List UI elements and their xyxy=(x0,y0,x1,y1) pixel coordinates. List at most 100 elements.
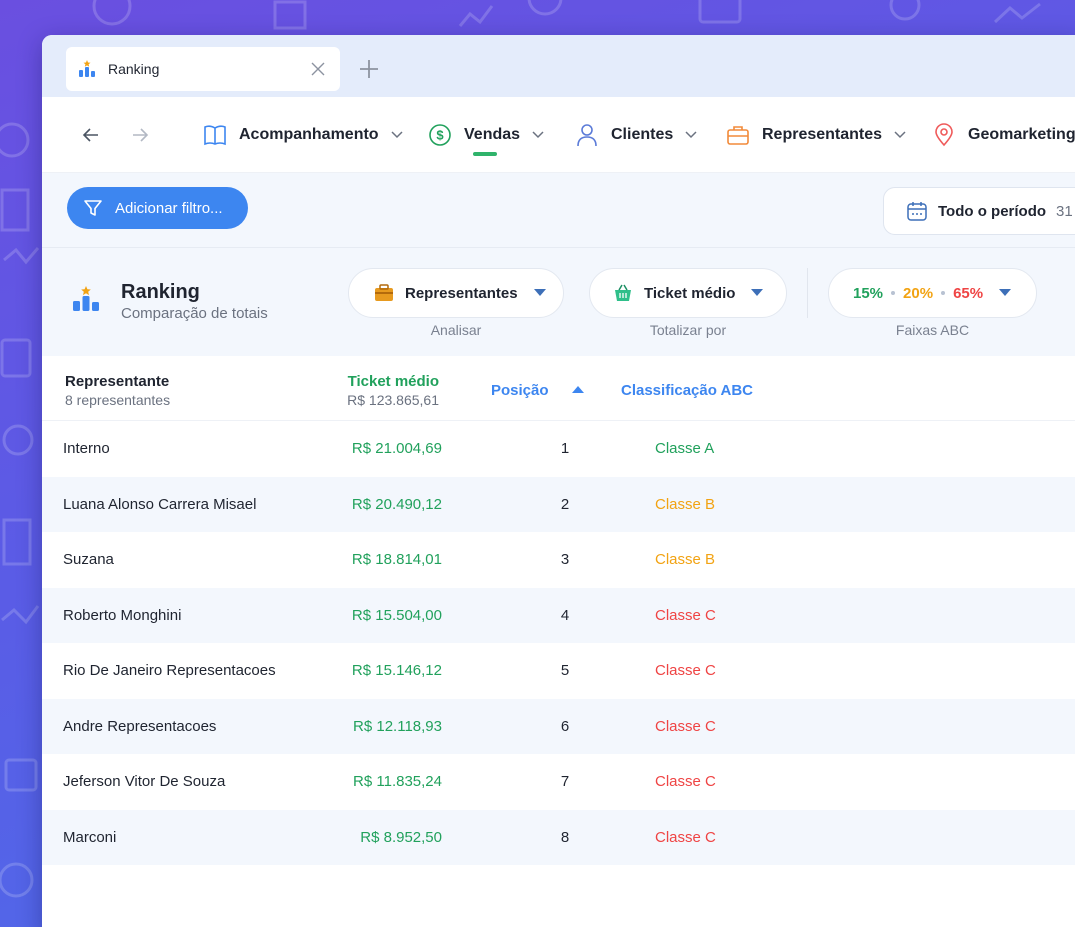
nav-representantes[interactable]: Representantes xyxy=(726,119,906,151)
nav-label: Geomarketing xyxy=(968,126,1075,143)
cell-class: Classe C xyxy=(655,717,716,735)
cell-position: 4 xyxy=(560,606,570,624)
cell-position: 8 xyxy=(560,828,570,846)
table-row[interactable]: Roberto Monghini R$ 15.504,00 4 Classe C xyxy=(42,587,1075,643)
cell-ticket: R$ 8.952,50 xyxy=(360,828,442,846)
forward-arrow-icon[interactable] xyxy=(131,126,149,144)
table-row[interactable]: Rio De Janeiro Representacoes R$ 15.146,… xyxy=(42,643,1075,699)
calendar-icon xyxy=(906,200,928,222)
cell-class: Classe C xyxy=(655,773,716,790)
cell-ticket: R$ 20.490,12 xyxy=(351,495,442,513)
column-header-classificacao[interactable]: Classificação ABC xyxy=(621,382,753,399)
table-row[interactable]: Interno R$ 21.004,69 1 Classe A xyxy=(42,421,1075,477)
browser-tab-strip: Ranking xyxy=(42,35,1075,97)
analyze-caption: Analisar xyxy=(430,322,482,338)
chevron-down-icon xyxy=(532,129,544,141)
active-nav-indicator xyxy=(473,152,497,156)
cell-name: Roberto Monghini xyxy=(63,606,182,624)
page-subtitle: Comparação de totais xyxy=(121,305,268,322)
analyze-selector[interactable]: Representantes xyxy=(348,268,564,318)
cell-position: 5 xyxy=(560,662,570,679)
cell-class: Classe A xyxy=(655,440,715,457)
cell-ticket: R$ 21.004,69 xyxy=(351,440,442,457)
table-row[interactable]: Suzana R$ 18.814,01 3 Classe B xyxy=(42,532,1075,588)
period-label: Todo o período xyxy=(938,202,1047,220)
cell-name: Jeferson Vitor De Souza xyxy=(63,773,226,790)
chevron-down-icon xyxy=(391,129,403,141)
sort-asc-icon[interactable] xyxy=(572,386,584,394)
column-header-representante[interactable]: Representante xyxy=(65,373,169,390)
period-selector[interactable]: Todo o período 31 a xyxy=(883,187,1075,235)
svg-text:$: $ xyxy=(436,128,444,143)
cell-class: Classe B xyxy=(655,495,716,513)
nav-clientes[interactable]: Clientes xyxy=(575,119,697,151)
column-header-posicao[interactable]: Posição xyxy=(491,382,549,399)
representative-count: 8 representantes xyxy=(65,392,171,408)
nav-vendas[interactable]: $ Vendas xyxy=(428,119,544,151)
page-title: Ranking xyxy=(121,281,200,303)
cell-name: Andre Representacoes xyxy=(63,717,217,735)
cell-name: Rio De Janeiro Representacoes xyxy=(63,662,276,679)
total-by-selector[interactable]: Ticket médio xyxy=(589,268,787,318)
dollar-icon: $ xyxy=(428,123,452,147)
filter-icon xyxy=(83,198,103,218)
nav-geomarketing[interactable]: Geomarketing xyxy=(932,119,1075,151)
abc-ranges-selector[interactable]: 15% 20% 65% xyxy=(828,268,1037,318)
nav-acompanhamento[interactable]: Acompanhamento xyxy=(203,119,403,151)
briefcase-icon xyxy=(373,282,395,304)
chevron-down-icon xyxy=(685,129,697,141)
ranking-table: Interno R$ 21.004,69 1 Classe A Luana Al… xyxy=(42,421,1075,865)
new-tab-button[interactable] xyxy=(358,58,380,80)
cell-class: Classe C xyxy=(655,828,716,846)
cell-position: 7 xyxy=(560,773,570,790)
chevron-down-icon xyxy=(894,129,906,141)
table-row[interactable]: Luana Alonso Carrera Misael R$ 20.490,12… xyxy=(42,476,1075,532)
divider xyxy=(807,268,808,318)
app-window: Ranking Acompanhamento $ Vendas Clientes… xyxy=(42,35,1075,927)
nav-label: Clientes xyxy=(611,126,674,143)
cell-position: 6 xyxy=(560,717,570,735)
separator-dot xyxy=(941,291,946,295)
briefcase-icon xyxy=(726,123,750,147)
caret-down-icon xyxy=(751,289,764,297)
abc-range-b: 20% xyxy=(903,284,934,302)
table-row[interactable]: Marconi R$ 8.952,50 8 Classe C xyxy=(42,809,1075,865)
close-icon[interactable] xyxy=(308,59,328,79)
nav-label: Acompanhamento xyxy=(239,126,379,143)
cell-ticket: R$ 12.118,93 xyxy=(353,717,442,735)
back-arrow-icon[interactable] xyxy=(82,126,100,144)
cell-ticket: R$ 15.146,12 xyxy=(351,662,442,679)
cell-ticket: R$ 11.835,24 xyxy=(353,773,442,790)
cell-ticket: R$ 15.504,00 xyxy=(351,606,442,624)
cell-class: Classe C xyxy=(655,606,716,624)
total-by-value: Ticket médio xyxy=(644,284,736,302)
abc-range-c: 65% xyxy=(953,284,984,302)
cell-position: 2 xyxy=(560,495,570,513)
cell-position: 3 xyxy=(560,551,570,568)
cell-position: 1 xyxy=(560,440,570,457)
map-pin-icon xyxy=(932,123,956,147)
analyze-value: Representantes xyxy=(405,284,518,302)
browser-tab-ranking[interactable]: Ranking xyxy=(66,47,340,91)
nav-label: Representantes xyxy=(762,126,883,143)
abc-caption: Faixas ABC xyxy=(895,322,970,338)
cell-name: Interno xyxy=(63,440,110,457)
table-row[interactable]: Jeferson Vitor De Souza R$ 11.835,24 7 C… xyxy=(42,754,1075,810)
add-filter-label: Adicionar filtro... xyxy=(115,199,223,217)
cell-name: Marconi xyxy=(63,828,117,846)
table-row[interactable]: Andre Representacoes R$ 12.118,93 6 Clas… xyxy=(42,698,1075,754)
total-by-caption: Totalizar por xyxy=(649,322,727,338)
shopping-basket-icon xyxy=(612,282,634,304)
tab-title: Ranking xyxy=(108,61,160,77)
ticket-total: R$ 123.865,61 xyxy=(347,392,439,408)
caret-down-icon xyxy=(533,289,546,297)
abc-range-a: 15% xyxy=(853,284,884,302)
column-header-ticket[interactable]: Ticket médio xyxy=(348,373,439,390)
user-icon xyxy=(575,123,599,147)
ranking-header: Ranking Comparação de totais Representan… xyxy=(42,248,1075,356)
cell-name: Suzana xyxy=(63,551,114,568)
add-filter-button[interactable]: Adicionar filtro... xyxy=(67,187,248,229)
filter-bar: Adicionar filtro... Todo o período 31 a xyxy=(42,173,1075,248)
cell-ticket: R$ 18.814,01 xyxy=(351,551,442,568)
cell-name: Luana Alonso Carrera Misael xyxy=(63,495,257,513)
